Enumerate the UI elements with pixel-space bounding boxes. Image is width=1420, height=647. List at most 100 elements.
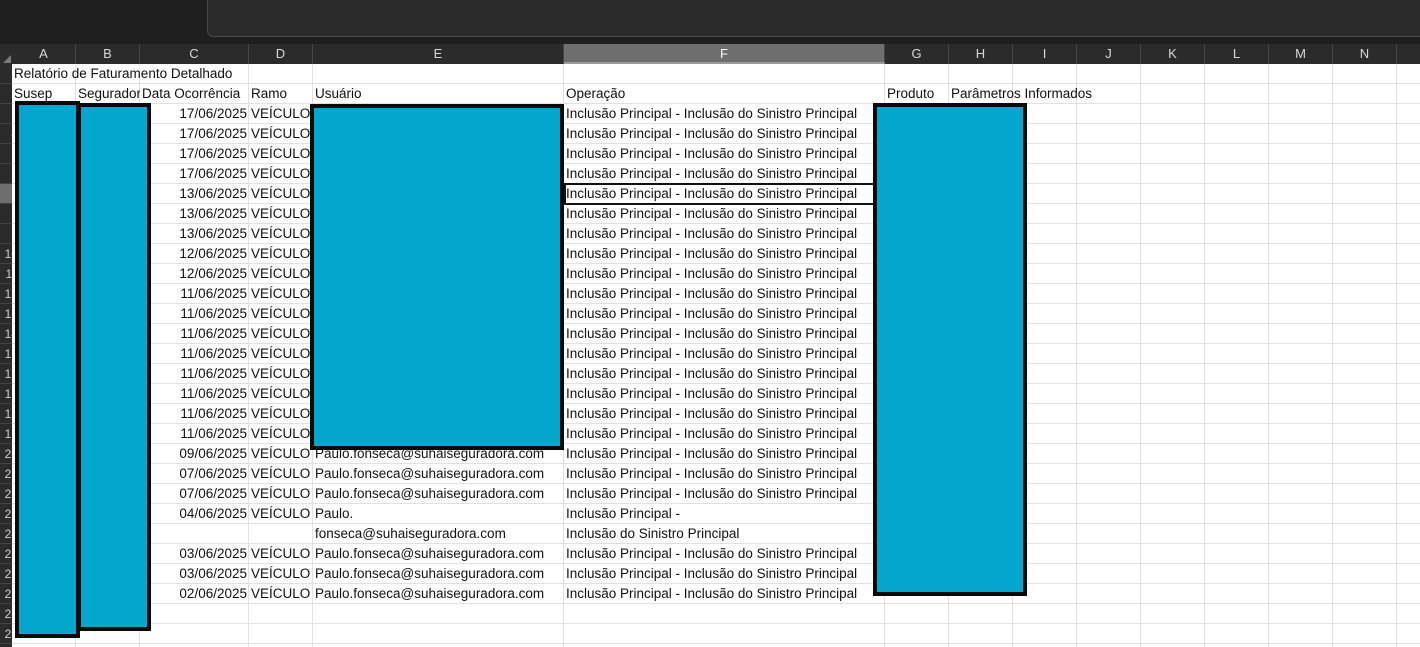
row-header-20[interactable]: 20 [0, 444, 12, 464]
cell-ramo[interactable] [249, 524, 313, 544]
cell-data-ocorrencia[interactable]: 12/06/2025 [140, 244, 249, 264]
cell-operacao[interactable]: Inclusão Principal - Inclusão do Sinistr… [564, 264, 885, 284]
column-header-a[interactable]: A [12, 44, 76, 64]
cell-ramo[interactable]: VEÍCULO [249, 324, 313, 344]
row-header-4[interactable]: 4 [0, 124, 12, 144]
column-header-n[interactable]: N [1333, 44, 1397, 64]
cell-ramo[interactable]: VEÍCULO [249, 164, 313, 184]
cell-operacao[interactable]: Inclusão Principal - Inclusão do Sinistr… [564, 224, 885, 244]
cell-data-ocorrencia[interactable]: 11/06/2025 [140, 304, 249, 324]
row-header-7[interactable]: 7 [0, 184, 12, 204]
cell-operacao[interactable]: Inclusão Principal - Inclusão do Sinistr… [564, 344, 885, 364]
row-header-26[interactable]: 26 [0, 564, 12, 584]
cell-ramo[interactable]: VEÍCULO [249, 144, 313, 164]
cell-ramo[interactable]: VEÍCULO [249, 124, 313, 144]
cell-data-ocorrencia[interactable]: 11/06/2025 [140, 324, 249, 344]
cell-data-ocorrencia[interactable]: 11/06/2025 [140, 424, 249, 444]
cell-operacao[interactable]: Inclusão Principal - Inclusão do Sinistr… [564, 384, 885, 404]
row-header-8[interactable]: 8 [0, 204, 12, 224]
column-header-l[interactable]: L [1205, 44, 1269, 64]
cell-operacao[interactable]: Inclusão Principal - Inclusão do Sinistr… [564, 164, 885, 184]
cell-ramo[interactable]: VEÍCULO [249, 584, 313, 604]
header-seguradora[interactable]: Seguradora [76, 84, 140, 104]
spreadsheet-grid[interactable]: Relatório de Faturamento Detalhado Susep… [12, 64, 1420, 647]
cell-ramo[interactable]: VEÍCULO [249, 364, 313, 384]
cell-operacao[interactable]: Inclusão Principal - Inclusão do Sinistr… [564, 144, 885, 164]
cell-operacao[interactable]: Inclusão Principal - Inclusão do Sinistr… [564, 324, 885, 344]
cell-usuario[interactable]: Paulo.fonseca@suhaiseguradora.com [313, 484, 564, 504]
cell-data-ocorrencia[interactable]: 17/06/2025 [140, 124, 249, 144]
cell-usuario[interactable]: Paulo.fonseca@suhaiseguradora.com [313, 544, 564, 564]
row-header-9[interactable]: 9 [0, 224, 12, 244]
cell-operacao[interactable]: Inclusão Principal - Inclusão do Sinistr… [564, 584, 885, 604]
cell-data-ocorrencia[interactable]: 13/06/2025 [140, 184, 249, 204]
cell-usuario[interactable]: Paulo.fonseca@suhaiseguradora.com [313, 584, 564, 604]
cell-data-ocorrencia[interactable]: 13/06/2025 [140, 204, 249, 224]
cell-data-ocorrencia[interactable]: 07/06/2025 [140, 464, 249, 484]
cell-ramo[interactable]: VEÍCULO [249, 484, 313, 504]
cell-usuario[interactable]: Paulo.fonseca@suhaiseguradora.com [313, 564, 564, 584]
column-header-c[interactable]: C [140, 44, 249, 64]
header-usuario[interactable]: Usuário [313, 84, 564, 104]
cell-data-ocorrencia[interactable]: 09/06/2025 [140, 444, 249, 464]
cell-ramo[interactable]: VEÍCULO [249, 304, 313, 324]
cell-operacao[interactable]: Inclusão Principal - Inclusão do Sinistr… [564, 464, 885, 484]
row-header-5[interactable]: 5 [0, 144, 12, 164]
cell-operacao[interactable]: Inclusão Principal - [564, 504, 885, 524]
cell-data-ocorrencia[interactable]: 13/06/2025 [140, 224, 249, 244]
cell-data-ocorrencia[interactable]: 17/06/2025 [140, 164, 249, 184]
cell-ramo[interactable]: VEÍCULO [249, 384, 313, 404]
cell-operacao[interactable]: Inclusão Principal - Inclusão do Sinistr… [564, 364, 885, 384]
column-header-b[interactable]: B [76, 44, 140, 64]
formula-bar[interactable] [207, 0, 1420, 37]
header-operacao[interactable]: Operação [564, 84, 885, 104]
cell-ramo[interactable]: VEÍCULO [249, 204, 313, 224]
row-header-1[interactable]: 1 [0, 64, 12, 84]
cell-ramo[interactable]: VEÍCULO [249, 104, 313, 124]
cell-operacao[interactable]: Inclusão Principal - Inclusão do Sinistr… [564, 204, 885, 224]
cell-operacao[interactable]: Inclusão Principal - Inclusão do Sinistr… [564, 244, 885, 264]
row-header-11[interactable]: 11 [0, 264, 12, 284]
row-header-14[interactable]: 14 [0, 324, 12, 344]
row-header-6[interactable]: 6 [0, 164, 12, 184]
cell-operacao[interactable]: Inclusão Principal - Inclusão do Sinistr… [564, 304, 885, 324]
row-header-22[interactable]: 22 [0, 484, 12, 504]
column-header-f[interactable]: F [564, 44, 885, 64]
row-header-12[interactable]: 12 [0, 284, 12, 304]
cell-operacao[interactable]: Inclusão Principal - Inclusão do Sinistr… [564, 424, 885, 444]
cell-ramo[interactable]: VEÍCULO [249, 284, 313, 304]
cell-operacao[interactable]: Inclusão Principal - Inclusão do Sinistr… [564, 284, 885, 304]
row-header-15[interactable]: 15 [0, 344, 12, 364]
row-header-25[interactable]: 25 [0, 544, 12, 564]
select-all-button[interactable] [0, 44, 12, 64]
cell-ramo[interactable]: VEÍCULO [249, 564, 313, 584]
column-header-m[interactable]: M [1269, 44, 1333, 64]
report-title-cell[interactable]: Relatório de Faturamento Detalhado [12, 64, 252, 84]
row-header-27[interactable]: 27 [0, 584, 12, 604]
cell-ramo[interactable]: VEÍCULO [249, 544, 313, 564]
cell-ramo[interactable]: VEÍCULO [249, 504, 313, 524]
cell-data-ocorrencia[interactable]: 07/06/2025 [140, 484, 249, 504]
row-header-10[interactable]: 10 [0, 244, 12, 264]
cell-ramo[interactable]: VEÍCULO [249, 444, 313, 464]
cell-ramo[interactable]: VEÍCULO [249, 464, 313, 484]
cell-operacao[interactable]: Inclusão Principal - Inclusão do Sinistr… [564, 184, 885, 204]
row-header-18[interactable]: 18 [0, 404, 12, 424]
cell-operacao[interactable]: Inclusão Principal - Inclusão do Sinistr… [564, 564, 885, 584]
cell-data-ocorrencia[interactable]: 17/06/2025 [140, 144, 249, 164]
row-header-23[interactable]: 23 [0, 504, 12, 524]
row-header-29[interactable]: 29 [0, 624, 12, 644]
cell-operacao[interactable]: Inclusão Principal - Inclusão do Sinistr… [564, 404, 885, 424]
cell-operacao[interactable]: Inclusão Principal - Inclusão do Sinistr… [564, 544, 885, 564]
column-header-i[interactable]: I [1013, 44, 1077, 64]
cell-operacao[interactable]: Inclusão Principal - Inclusão do Sinistr… [564, 104, 885, 124]
column-header-j[interactable]: J [1077, 44, 1141, 64]
column-header-g[interactable]: G [885, 44, 949, 64]
header-produto[interactable]: Produto [885, 84, 949, 104]
cell-data-ocorrencia[interactable]: 11/06/2025 [140, 344, 249, 364]
cell-data-ocorrencia[interactable]: 17/06/2025 [140, 104, 249, 124]
cell-operacao[interactable]: Inclusão Principal - Inclusão do Sinistr… [564, 444, 885, 464]
row-header-19[interactable]: 19 [0, 424, 12, 444]
row-header-17[interactable]: 17 [0, 384, 12, 404]
cell-data-ocorrencia[interactable]: 02/06/2025 [140, 584, 249, 604]
